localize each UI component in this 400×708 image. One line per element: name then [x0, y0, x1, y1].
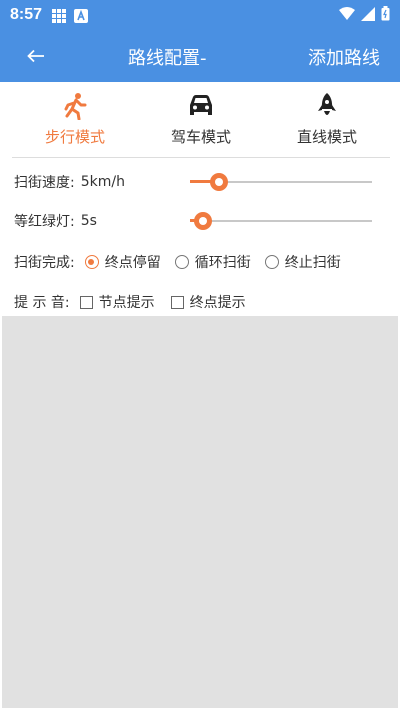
- walk-mode-label: 步行模式: [44, 128, 105, 146]
- light-slider-thumb[interactable]: [194, 212, 212, 230]
- back-button[interactable]: [22, 42, 50, 70]
- drive-mode-label: 驾车模式: [170, 128, 231, 146]
- tab-drive-mode[interactable]: 驾车模式: [138, 84, 264, 157]
- checkbox-box: [79, 295, 93, 309]
- checkbox-label: 终点提示: [189, 295, 246, 311]
- grid-icon: [52, 8, 67, 23]
- car-icon: [190, 95, 212, 115]
- light-value: 5s: [80, 213, 97, 229]
- speed-slider-thumb[interactable]: [210, 173, 228, 191]
- checkbox-end-tip[interactable]: 终点提示: [170, 292, 246, 312]
- tab-walk-mode[interactable]: 步行模式: [12, 84, 138, 157]
- status-time: 8:57: [10, 6, 43, 23]
- radio-circle: [84, 255, 99, 269]
- checkbox-node-tip[interactable]: 节点提示: [79, 292, 155, 312]
- radio-circle: [174, 255, 189, 269]
- straight-mode-label: 直线模式: [296, 128, 357, 146]
- wifi-icon: [339, 6, 355, 25]
- light-slider[interactable]: [190, 211, 372, 231]
- a-icon: [74, 8, 89, 23]
- speed-row: 扫街速度: 5km/h: [14, 172, 125, 192]
- page-title: 路线配置-: [128, 48, 207, 69]
- rocket-icon: [318, 93, 336, 115]
- checkbox-label: 节点提示: [98, 295, 155, 311]
- radio-label: 终点停留: [104, 255, 161, 271]
- radio-circle: [264, 255, 279, 269]
- battery-icon: [381, 5, 390, 25]
- mode-tabs: 步行模式 驾车模式 直线模式: [12, 84, 390, 158]
- sound-row: 提 示 音: 节点提示 终点提示: [14, 292, 262, 312]
- checkbox-box: [170, 295, 184, 309]
- light-row: 等红绿灯: 5s: [14, 211, 97, 231]
- radio-stop[interactable]: 终止扫街: [264, 252, 341, 272]
- add-route-button[interactable]: 添加路线: [308, 44, 380, 70]
- radio-label: 终止扫街: [284, 255, 341, 271]
- signal-icon: [361, 6, 375, 25]
- completion-row: 扫街完成: 终点停留 循环扫街 终止扫街: [14, 252, 341, 272]
- tab-straight-mode[interactable]: 直线模式: [264, 84, 390, 157]
- radio-loop[interactable]: 循环扫街: [174, 252, 251, 272]
- sound-label: 提 示 音:: [14, 295, 70, 311]
- light-slider-track: [190, 220, 372, 222]
- arrow-left-icon: [27, 49, 44, 63]
- radio-stay-at-end[interactable]: 终点停留: [84, 252, 161, 272]
- completion-label: 扫街完成:: [14, 255, 75, 271]
- radio-label: 循环扫街: [194, 255, 251, 271]
- speed-label: 扫街速度:: [14, 175, 75, 191]
- speed-slider[interactable]: [190, 172, 372, 192]
- status-bar: 8:57: [0, 0, 400, 30]
- speed-value: 5km/h: [80, 174, 125, 190]
- map-view[interactable]: [2, 316, 398, 708]
- light-label: 等红绿灯:: [14, 214, 75, 230]
- walk-icon: [64, 93, 87, 120]
- app-bar: 路线配置- 添加路线: [0, 30, 400, 82]
